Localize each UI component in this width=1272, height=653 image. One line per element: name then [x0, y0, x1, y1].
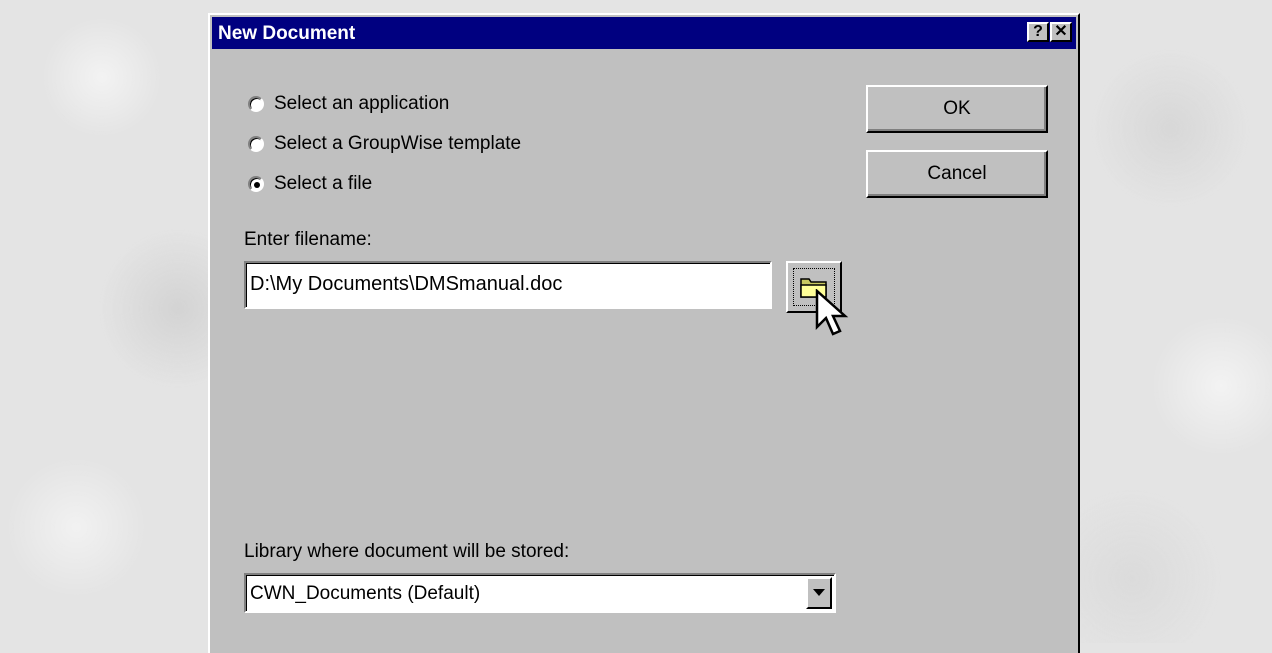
- new-document-dialog: New Document ? ✕ Select an application S…: [208, 13, 1080, 653]
- radio-label-application: Select an application: [274, 93, 450, 114]
- radio-select-groupwise-template[interactable]: Select a GroupWise template: [248, 131, 521, 157]
- radio-selected-dot: [254, 182, 260, 188]
- library-selected-value: CWN_Documents (Default): [250, 583, 481, 604]
- cancel-button[interactable]: Cancel: [866, 150, 1048, 198]
- radio-button[interactable]: [248, 136, 264, 152]
- radio-select-application[interactable]: Select an application: [248, 91, 449, 117]
- help-button[interactable]: ?: [1027, 22, 1049, 42]
- chevron-down-icon[interactable]: [806, 577, 832, 609]
- dialog-title: New Document: [218, 23, 356, 44]
- mouse-pointer-icon: [815, 289, 849, 336]
- ok-button[interactable]: OK: [866, 85, 1048, 133]
- filename-label: Enter filename:: [244, 229, 372, 250]
- radio-button[interactable]: [248, 96, 264, 112]
- library-label: Library where document will be stored:: [244, 541, 570, 562]
- radio-select-file[interactable]: Select a file: [248, 171, 372, 197]
- filename-input[interactable]: D:\My Documents\DMSmanual.doc: [244, 261, 772, 309]
- radio-label-template: Select a GroupWise template: [274, 133, 522, 154]
- title-bar[interactable]: New Document ? ✕: [212, 17, 1076, 49]
- close-button[interactable]: ✕: [1050, 22, 1072, 42]
- radio-label-file: Select a file: [274, 173, 373, 194]
- library-select[interactable]: CWN_Documents (Default): [244, 573, 836, 613]
- radio-button-selected[interactable]: [248, 176, 264, 192]
